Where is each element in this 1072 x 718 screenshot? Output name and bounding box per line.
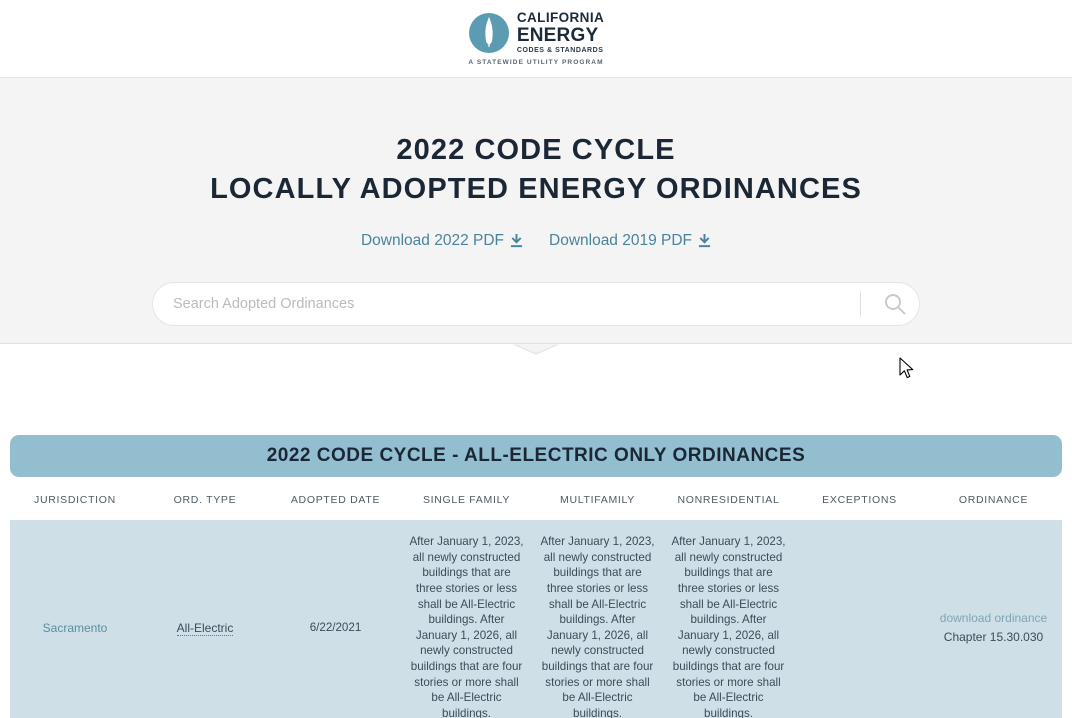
column-header-adopted-date[interactable]: ADOPTED DATE xyxy=(270,477,401,520)
search-divider xyxy=(860,291,861,317)
logo-lockup: CALIFORNIA ENERGY CODES & STANDARDS xyxy=(468,11,604,54)
ordinances-table-section: 2022 CODE CYCLE - ALL-ELECTRIC ONLY ORDI… xyxy=(0,435,1072,718)
download-icon xyxy=(510,234,523,248)
site-logo[interactable]: CALIFORNIA ENERGY CODES & STANDARDS A ST… xyxy=(468,11,604,66)
column-header-nonresidential[interactable]: NONRESIDENTIAL xyxy=(663,477,794,520)
download-2019-pdf-label: Download 2019 PDF xyxy=(549,232,692,250)
table-row: Sacramento All-Electric 6/22/2021 After … xyxy=(10,520,1062,718)
logo-line-california: CALIFORNIA xyxy=(517,11,604,25)
page-title: 2022 CODE CYCLE LOCALLY ADOPTED ENERGY O… xyxy=(0,136,1072,204)
cell-single-family: After January 1, 2023, all newly constru… xyxy=(401,520,532,718)
table-banner: 2022 CODE CYCLE - ALL-ELECTRIC ONLY ORDI… xyxy=(10,435,1062,477)
cell-exceptions xyxy=(794,520,925,718)
table-head: JURISDICTION ORD. TYPE ADOPTED DATE SING… xyxy=(10,477,1062,520)
download-ordinance-link[interactable]: download ordinance xyxy=(933,610,1054,626)
chevron-down-notch-icon xyxy=(513,342,559,353)
column-header-ord-type[interactable]: ORD. TYPE xyxy=(140,477,270,520)
download-2019-pdf-link[interactable]: Download 2019 PDF xyxy=(549,232,711,250)
table-header-row: JURISDICTION ORD. TYPE ADOPTED DATE SING… xyxy=(10,477,1062,520)
site-header: CALIFORNIA ENERGY CODES & STANDARDS A ST… xyxy=(0,0,1072,78)
column-header-exceptions[interactable]: EXCEPTIONS xyxy=(794,477,925,520)
ordinances-table: JURISDICTION ORD. TYPE ADOPTED DATE SING… xyxy=(10,477,1062,718)
logo-line-energy: ENERGY xyxy=(517,26,604,45)
cell-ord-type: All-Electric xyxy=(140,520,270,718)
download-links: Download 2022 PDF Download 2019 PDF xyxy=(0,232,1072,250)
logo-line-codes-standards: CODES & STANDARDS xyxy=(517,47,604,54)
leaf-circle-logo-icon xyxy=(468,12,510,54)
page-root: CALIFORNIA ENERGY CODES & STANDARDS A ST… xyxy=(0,0,1072,718)
table-body: Sacramento All-Electric 6/22/2021 After … xyxy=(10,520,1062,718)
column-header-jurisdiction[interactable]: JURISDICTION xyxy=(10,477,140,520)
cell-ordinance: download ordinance Chapter 15.30.030 xyxy=(925,520,1062,718)
cell-adopted-date: 6/22/2021 xyxy=(270,520,401,718)
download-2022-pdf-link[interactable]: Download 2022 PDF xyxy=(361,232,523,250)
search-button[interactable] xyxy=(875,284,915,324)
search-icon xyxy=(883,292,907,316)
cell-nonresidential: After January 1, 2023, all newly constru… xyxy=(663,520,794,718)
cell-multifamily: After January 1, 2023, all newly constru… xyxy=(532,520,663,718)
search-bar[interactable] xyxy=(152,282,920,326)
search-input[interactable] xyxy=(171,295,860,313)
ordinance-chapter: Chapter 15.30.030 xyxy=(933,629,1054,645)
column-header-multifamily[interactable]: MULTIFAMILY xyxy=(532,477,663,520)
logo-tagline: A STATEWIDE UTILITY PROGRAM xyxy=(468,59,603,66)
logo-wordmark: CALIFORNIA ENERGY CODES & STANDARDS xyxy=(517,11,604,54)
column-header-single-family[interactable]: SINGLE FAMILY xyxy=(401,477,532,520)
download-icon xyxy=(698,234,711,248)
page-title-line2: LOCALLY ADOPTED ENERGY ORDINANCES xyxy=(0,175,1072,204)
download-2022-pdf-label: Download 2022 PDF xyxy=(361,232,504,250)
jurisdiction-link[interactable]: Sacramento xyxy=(43,621,108,635)
cell-jurisdiction: Sacramento xyxy=(10,520,140,718)
mouse-pointer-icon xyxy=(899,357,915,381)
page-title-line1: 2022 CODE CYCLE xyxy=(0,136,1072,165)
ord-type-tooltip[interactable]: All-Electric xyxy=(177,621,234,636)
hero-section: 2022 CODE CYCLE LOCALLY ADOPTED ENERGY O… xyxy=(0,78,1072,344)
column-header-ordinance[interactable]: ORDINANCE xyxy=(925,477,1062,520)
